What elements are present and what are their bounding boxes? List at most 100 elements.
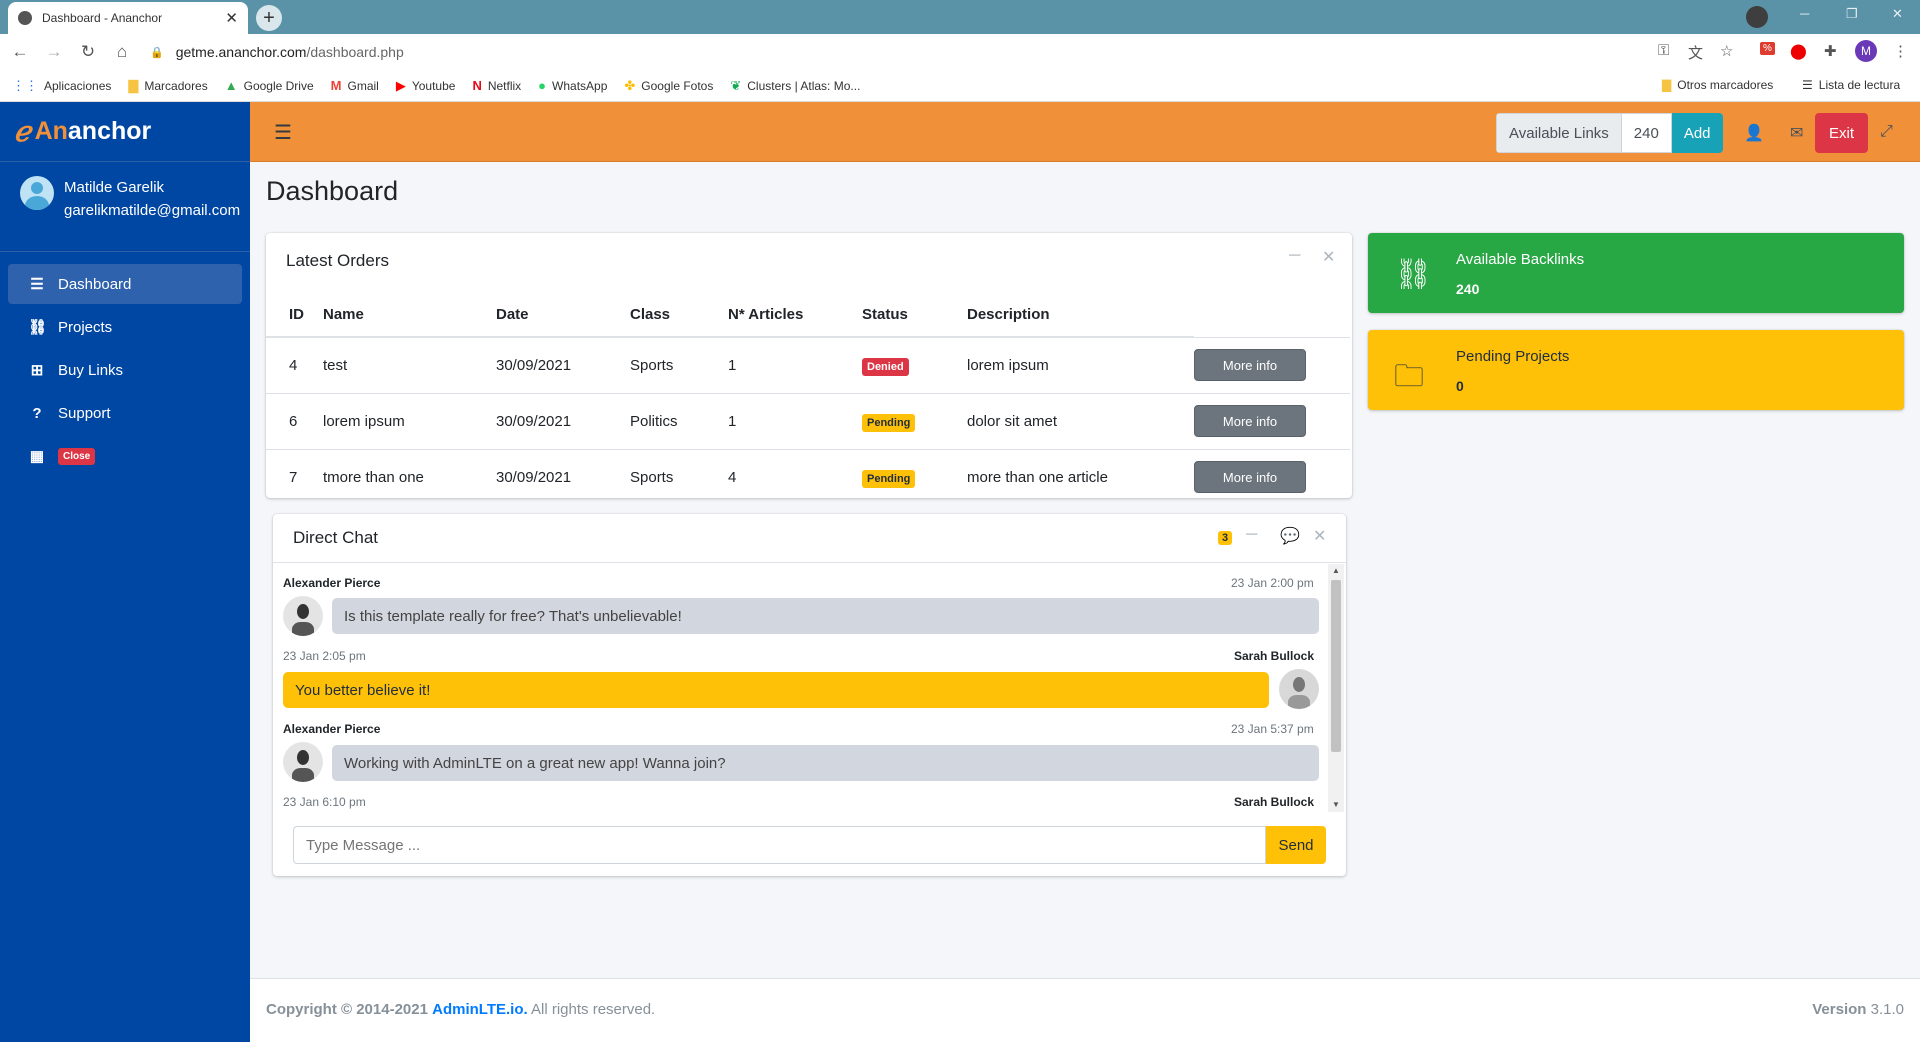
- menu-toggle-icon[interactable]: ☰: [274, 120, 292, 145]
- comments-icon[interactable]: 💬: [1280, 526, 1300, 546]
- reload-icon[interactable]: ↻: [74, 42, 102, 62]
- info-box-label: Pending Projects: [1456, 348, 1570, 365]
- globe-icon: [18, 11, 32, 25]
- message-count-badge: 3: [1218, 531, 1233, 545]
- exit-button[interactable]: Exit: [1815, 113, 1869, 153]
- adblock-icon[interactable]: ⬤: [1790, 42, 1807, 60]
- new-tab-button[interactable]: +: [256, 5, 282, 31]
- home-icon[interactable]: ⌂: [108, 42, 136, 62]
- restore-icon[interactable]: ❐: [1846, 6, 1858, 22]
- collapse-icon[interactable]: ─: [1246, 526, 1257, 544]
- forward-icon[interactable]: →: [40, 42, 68, 62]
- sidebar-item-support[interactable]: ? Support: [8, 393, 242, 433]
- close-badge: Close: [58, 447, 96, 465]
- sidebar-item-projects[interactable]: ⛓ Projects: [8, 307, 242, 347]
- more-info-button[interactable]: More info: [1194, 461, 1306, 494]
- orders-table: ID Name Date Class N* Articles Status De…: [266, 293, 1350, 505]
- version-label: Version: [1812, 1001, 1867, 1018]
- profile-menu-icon[interactable]: [1746, 6, 1768, 28]
- back-icon[interactable]: ←: [6, 42, 34, 62]
- url-path: /dashboard.php: [306, 44, 404, 60]
- message-author: Alexander Pierce: [283, 722, 381, 736]
- column-header: Status: [862, 293, 967, 338]
- user-panel[interactable]: Matilde Garelik garelikmatilde@gmail.com: [0, 162, 250, 252]
- bookmark-item[interactable]: ✤ Google Fotos: [624, 78, 713, 94]
- message-author: Alexander Pierce: [283, 576, 381, 590]
- message-bubble: Is this template really for free? That's…: [332, 598, 1319, 634]
- collapse-icon[interactable]: ─: [1289, 247, 1300, 265]
- photos-icon: ✤: [624, 77, 636, 93]
- bookmark-item[interactable]: ▇ Marcadores: [128, 78, 207, 94]
- chat-scrollbar[interactable]: ▲ ▼: [1328, 564, 1344, 812]
- available-links-value: 240: [1621, 113, 1672, 153]
- brand-logo[interactable]: ℯ An anchor: [0, 102, 250, 162]
- status-badge: Pending: [862, 469, 916, 488]
- extension-icon[interactable]: %: [1760, 42, 1775, 55]
- avatar: [283, 742, 323, 782]
- bookmark-item[interactable]: ⋮⋮ Aplicaciones: [12, 78, 111, 94]
- bookmark-item[interactable]: ❦ Clusters | Atlas: Mo...: [730, 78, 860, 94]
- close-icon[interactable]: ✕: [1313, 526, 1326, 546]
- profile-avatar[interactable]: M: [1855, 40, 1877, 62]
- bookmark-item[interactable]: ▶ Youtube: [396, 78, 456, 94]
- gmail-icon: M: [330, 78, 342, 93]
- column-header: Class: [630, 293, 728, 338]
- minimize-icon[interactable]: ─: [1800, 6, 1809, 21]
- user-icon[interactable]: 👤: [1744, 123, 1764, 143]
- anchor-logo-icon: ℯ: [14, 116, 31, 147]
- bookmark-item[interactable]: ▲ Google Drive: [225, 78, 314, 93]
- avatar: [20, 176, 54, 210]
- copyright-text: Copyright © 2014-2021: [266, 1001, 428, 1018]
- message-bubble: Working with AdminLTE on a great new app…: [332, 745, 1319, 781]
- url-field[interactable]: 🔒 getme.ananchor.com/dashboard.php: [150, 44, 404, 60]
- info-box-pending-projects: 🗀 Pending Projects 0: [1368, 330, 1904, 410]
- sidebar: ℯ An anchor Matilde Garelik garelikmatild…: [0, 102, 250, 1042]
- netflix-icon: N: [472, 78, 482, 93]
- key-icon[interactable]: ⚿: [1658, 42, 1669, 59]
- add-links-button[interactable]: Add: [1671, 113, 1723, 153]
- kebab-menu-icon[interactable]: ⋮: [1893, 42, 1908, 60]
- bookmarks-bar: ⋮⋮ Aplicaciones ▇ Marcadores ▲ Google Drive…: [0, 70, 1920, 102]
- window-close-icon[interactable]: ✕: [1892, 6, 1903, 22]
- envelope-icon[interactable]: ✉: [1790, 123, 1803, 143]
- orders-card-title: Latest Orders: [286, 251, 389, 270]
- star-icon[interactable]: ☆: [1720, 42, 1733, 60]
- table-header-row: ID Name Date Class N* Articles Status De…: [266, 293, 1350, 338]
- more-info-button[interactable]: More info: [1194, 405, 1306, 437]
- column-header: ID: [266, 293, 323, 338]
- grid-icon: ▦: [29, 448, 45, 465]
- scrollbar-thumb[interactable]: [1331, 580, 1341, 752]
- message-author: Sarah Bullock: [1234, 649, 1315, 663]
- status-badge: Pending: [862, 413, 916, 432]
- available-links-label: Available Links: [1496, 113, 1622, 153]
- bookmark-item[interactable]: N Netflix: [472, 78, 521, 93]
- scroll-down-icon[interactable]: ▼: [1332, 800, 1340, 809]
- browser-tab[interactable]: Dashboard - Ananchor ✕: [8, 2, 248, 34]
- close-icon[interactable]: ✕: [1322, 247, 1335, 267]
- reading-list-icon: ☰: [1802, 78, 1813, 92]
- latest-orders-card: Latest Orders ─ ✕ ID Name Date Class N* …: [266, 233, 1352, 505]
- link-icon: ⛓: [28, 319, 48, 336]
- adminlte-link[interactable]: AdminLTE.io.: [432, 1001, 528, 1018]
- other-bookmarks[interactable]: ▇ Otros marcadores: [1662, 78, 1773, 92]
- message-time: 23 Jan 6:10 pm: [283, 795, 366, 809]
- fullscreen-icon[interactable]: ⤢: [1880, 123, 1893, 141]
- tab-close-icon[interactable]: ✕: [225, 9, 238, 27]
- bookmark-item[interactable]: M Gmail: [331, 78, 379, 93]
- sidebar-item-dashboard[interactable]: ☰ Dashboard: [8, 264, 242, 304]
- more-info-button[interactable]: More info: [1194, 349, 1306, 381]
- bars-icon: ☰: [30, 276, 44, 293]
- column-header: Description: [967, 293, 1194, 338]
- translate-icon[interactable]: 文: [1688, 42, 1703, 63]
- bookmark-item[interactable]: ● WhatsApp: [538, 78, 607, 93]
- apps-grid-icon: ⋮⋮: [12, 77, 38, 93]
- scroll-up-icon[interactable]: ▲: [1332, 566, 1340, 575]
- puzzle-icon[interactable]: ✚: [1824, 42, 1837, 60]
- reading-list[interactable]: ☰ Lista de lectura: [1802, 78, 1900, 92]
- sidebar-item-close[interactable]: ▦ Close: [8, 436, 242, 476]
- column-header: Date: [496, 293, 630, 338]
- message-input[interactable]: [293, 826, 1266, 864]
- send-button[interactable]: Send: [1266, 826, 1326, 864]
- sidebar-item-buy-links[interactable]: ⊞ Buy Links: [8, 350, 242, 390]
- plus-square-icon: ⊞: [30, 362, 44, 379]
